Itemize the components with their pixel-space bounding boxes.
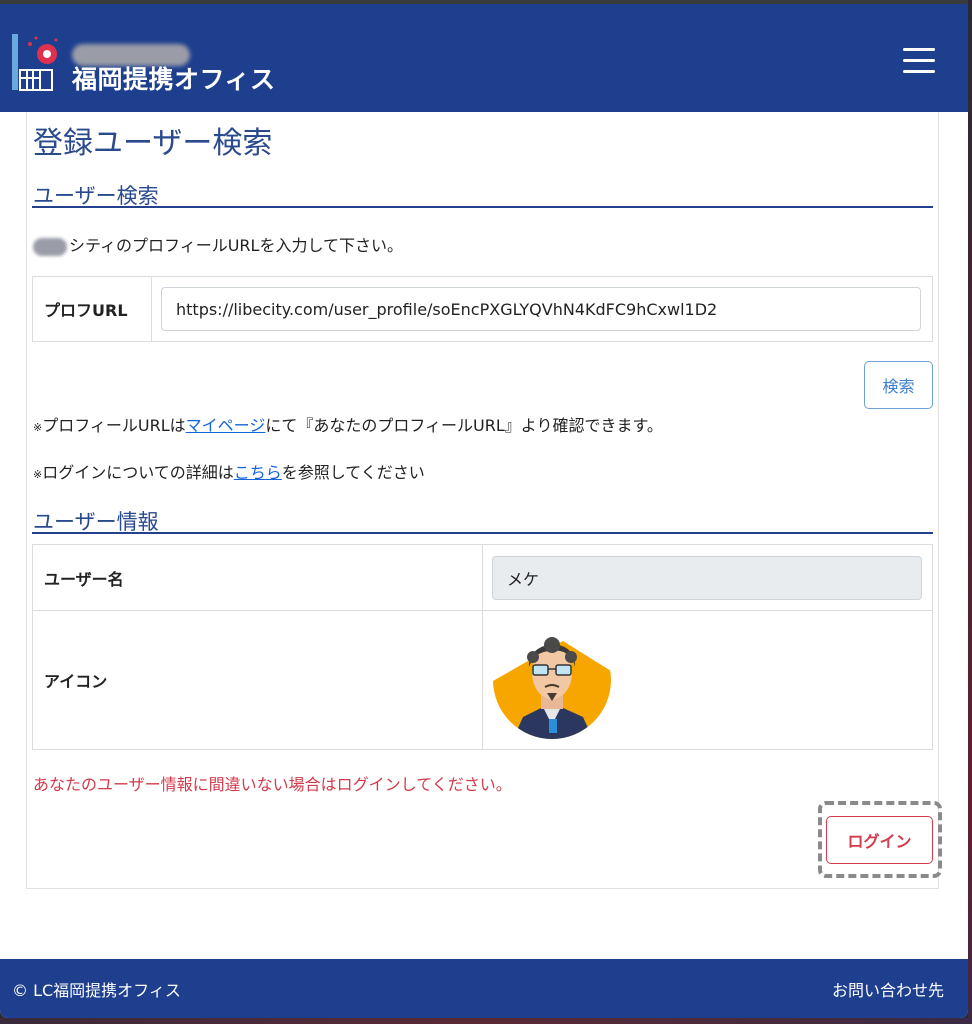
redacted-city-name: [33, 237, 67, 256]
icon-label: アイコン: [32, 610, 483, 750]
desktop-background: [0, 1018, 972, 1024]
section-divider: [32, 206, 933, 208]
url-instruction: シティのプロフィールURLを入力して下さい。: [33, 232, 403, 256]
url-form-table: プロフURL: [32, 276, 933, 342]
desktop-background: [968, 0, 972, 1024]
note-text: ログインについての詳細は: [42, 463, 234, 482]
instruction-text: シティのプロフィールURLを入力して下さい。: [69, 236, 403, 255]
table-row: ユーザー名 メケ: [32, 544, 933, 611]
user-avatar: [493, 621, 611, 739]
footer-copyright: © LC福岡提携オフィス: [12, 981, 181, 1000]
page-title: 登録ユーザー検索: [33, 126, 273, 161]
login-details-note: ※ログインについての詳細はこちらを参照してください: [33, 459, 425, 483]
note-mark: ※: [33, 468, 43, 481]
mypage-note: ※プロフィールURLはマイページにて『あなたのプロフィールURL』より確認できま…: [33, 412, 663, 436]
browser-window: 福岡提携オフィス 登録ユーザー検索 ユーザー検索 シティのプロフィールURLを入…: [0, 0, 968, 1018]
url-input-cell: [151, 276, 933, 342]
note-text: を参照してください: [281, 463, 425, 482]
office-logo-icon: [12, 34, 58, 91]
site-brand-title[interactable]: 福岡提携オフィス: [72, 60, 276, 96]
login-button[interactable]: ログイン: [826, 816, 933, 864]
username-cell: メケ: [482, 544, 933, 611]
note-text: にて『あなたのプロフィールURL』より確認できます。: [265, 416, 663, 435]
contact-link[interactable]: お問い合わせ先: [832, 977, 944, 1001]
site-footer: © LC福岡提携オフィス お問い合わせ先: [0, 959, 968, 1018]
note-mark: ※: [33, 421, 43, 434]
note-text: プロフィールURLは: [42, 416, 186, 435]
avatar-cell: [482, 610, 933, 750]
mypage-link[interactable]: マイページ: [186, 416, 266, 435]
table-row: アイコン: [32, 610, 933, 750]
hamburger-menu-icon[interactable]: [903, 48, 935, 74]
site-header: 福岡提携オフィス: [0, 4, 968, 112]
user-info-table: ユーザー名 メケ アイコン: [32, 544, 933, 750]
profile-url-input[interactable]: [161, 287, 921, 331]
username-field: メケ: [492, 555, 922, 600]
username-value: メケ: [507, 569, 540, 589]
search-button[interactable]: 検索: [864, 361, 933, 409]
url-label: プロフURL: [32, 276, 152, 342]
login-warning-text: あなたのユーザー情報に間違いない場合はログインしてください。: [33, 775, 512, 794]
section-divider: [32, 532, 933, 534]
details-link[interactable]: こちら: [234, 463, 282, 482]
username-label: ユーザー名: [32, 544, 483, 611]
